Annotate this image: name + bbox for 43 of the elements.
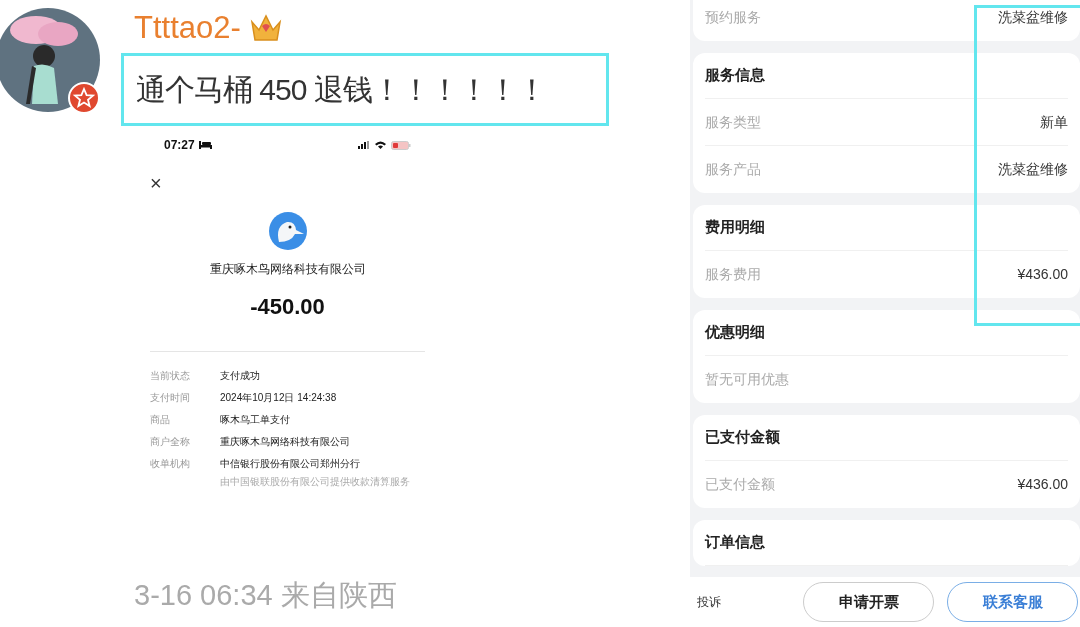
- card-title: 费用明细: [705, 217, 765, 238]
- detail-label: 收单机构: [150, 457, 191, 471]
- detail-value: 中信银行股份有限公司郑州分行: [220, 457, 361, 471]
- row-value: 洗菜盆维修: [998, 8, 1068, 27]
- crown-icon: [248, 12, 283, 44]
- row-value: 洗菜盆维修: [998, 160, 1068, 179]
- close-button[interactable]: ×: [150, 173, 162, 193]
- detail-value: 支付成功: [220, 369, 260, 383]
- row-label: 暂无可用优惠: [705, 370, 789, 389]
- row-value: ¥436.00: [1017, 265, 1068, 284]
- detail-value: 啄木鸟工单支付: [220, 413, 290, 427]
- detail-value: 2024年10月12日 14:24:38: [220, 391, 337, 405]
- post-text: 通个马桶 450 退钱！！！！！！: [136, 72, 546, 108]
- row-label: 服务费用: [705, 265, 761, 284]
- row-label: 预约服务: [705, 8, 761, 27]
- bird-logo-icon: [268, 212, 307, 250]
- card-title: 优惠明细: [705, 322, 765, 343]
- detail-value: 重庆啄木鸟网络科技有限公司: [220, 435, 350, 449]
- action-button[interactable]: 申请开票: [803, 582, 934, 622]
- action-button[interactable]: 联系客服: [947, 582, 1078, 622]
- post-meta: 3-16 06:34 来自陕西: [134, 578, 397, 613]
- row-label: 服务产品: [705, 160, 761, 179]
- status-time: 07:27: [164, 137, 195, 154]
- row-value: ¥436.00: [1017, 475, 1068, 494]
- row-label: 已支付金额: [705, 475, 775, 494]
- detail-label: 支付时间: [150, 391, 191, 405]
- star-badge-icon: [68, 82, 100, 114]
- row-label: 服务类型: [705, 112, 761, 132]
- signal-icon: [358, 141, 370, 149]
- detail-label: 商户全称: [150, 435, 191, 449]
- bed-icon: [198, 141, 212, 149]
- detail-label: 当前状态: [150, 369, 191, 383]
- card-title: 已支付金额: [705, 427, 780, 448]
- merchant-name: 重庆啄木鸟网络科技有限公司: [208, 261, 367, 278]
- complaint-link[interactable]: 投诉: [697, 593, 721, 611]
- payment-amount: -450.00: [249, 293, 326, 321]
- card-title: 订单信息: [705, 532, 765, 553]
- card-title: 服务信息: [705, 65, 765, 86]
- detail-label: 商品: [150, 413, 171, 427]
- row-value: 新单: [1040, 112, 1068, 132]
- detail-note: 由中国银联股份有限公司提供收款清算服务: [220, 475, 411, 489]
- battery-icon: [391, 140, 411, 150]
- wifi-icon: [375, 141, 386, 149]
